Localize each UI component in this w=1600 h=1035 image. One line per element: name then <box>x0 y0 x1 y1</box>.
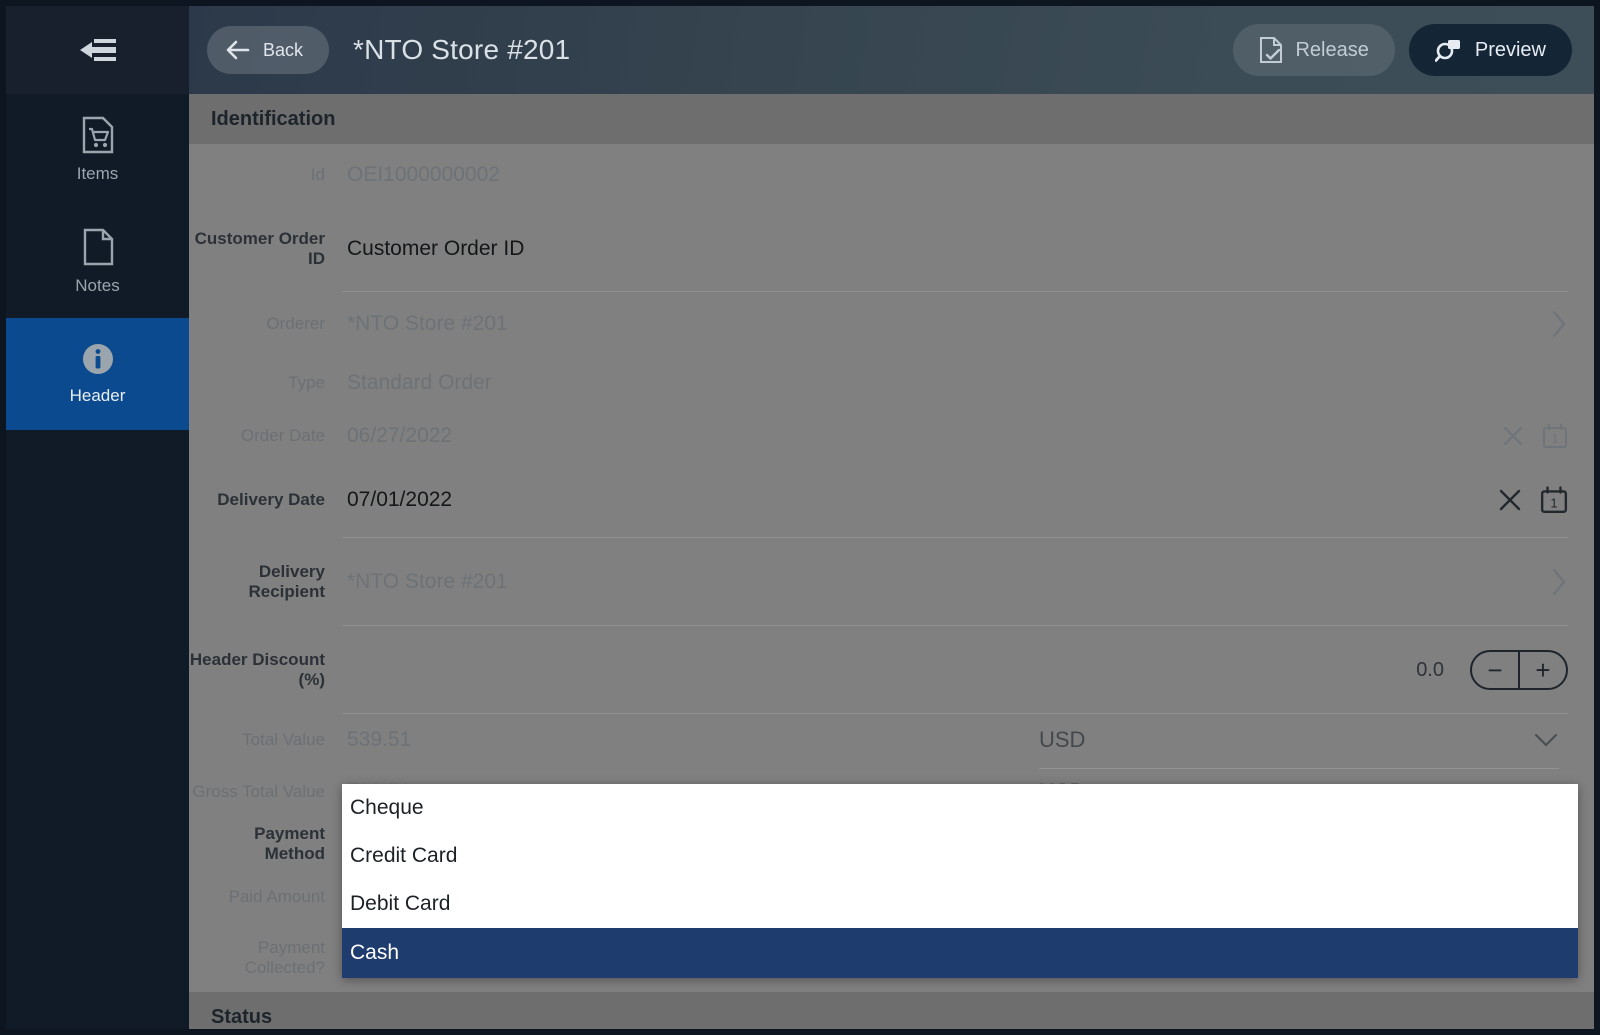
section-header-identification: Identification <box>189 94 1594 144</box>
field-value-total-value: 539.51 <box>347 728 412 751</box>
dropdown-option-debit-card[interactable]: Debit Card <box>342 880 1578 928</box>
field-label-header-discount: Header Discount (%) <box>189 650 325 689</box>
sidebar-item-notes[interactable]: Notes <box>6 206 189 318</box>
field-label-delivery-recipient: Delivery Recipient <box>248 562 325 601</box>
release-button[interactable]: Release <box>1233 24 1395 76</box>
order-date-actions: 1 <box>1502 423 1568 449</box>
field-label-delivery-date: Delivery Date <box>217 490 325 510</box>
field-row-delivery-recipient[interactable]: Delivery Recipient *NTO Store #201 <box>189 538 1594 626</box>
clear-icon[interactable] <box>1498 488 1522 512</box>
preview-button-label: Preview <box>1474 38 1546 61</box>
svg-text:1: 1 <box>1552 432 1559 446</box>
section-header-status: Status <box>189 992 1594 1029</box>
top-header-bar: Back *NTO Store #201 Release Preview <box>189 6 1594 94</box>
field-label-type: Type <box>288 373 325 393</box>
quantity-stepper: − + <box>1470 650 1568 690</box>
field-label-order-date: Order Date <box>240 426 325 446</box>
field-label-orderer: Orderer <box>266 314 325 334</box>
sidebar-item-label: Notes <box>75 276 120 295</box>
chevron-down-icon <box>1533 732 1559 748</box>
cart-document-icon <box>81 116 115 154</box>
sidebar-item-header[interactable]: Header <box>6 318 189 430</box>
payment-method-dropdown: Cheque Credit Card Debit Card Cash <box>342 784 1578 978</box>
sidebar-item-label: Header <box>69 386 126 405</box>
back-button[interactable]: Back <box>207 26 330 74</box>
currency-value: USD <box>1039 726 1086 752</box>
field-value-orderer: *NTO Store #201 <box>347 312 508 335</box>
document-check-icon <box>1259 36 1283 64</box>
field-value-delivery-recipient: *NTO Store #201 <box>347 570 508 593</box>
calendar-icon[interactable]: 1 <box>1542 423 1568 449</box>
field-label-payment-collected: Payment Collected? <box>244 938 325 977</box>
dropdown-option-cheque[interactable]: Cheque <box>342 784 1578 832</box>
delivery-date-actions: 1 <box>1498 486 1568 514</box>
preview-button[interactable]: Preview <box>1408 24 1572 76</box>
currency-select-total-value[interactable]: USD <box>1039 711 1559 769</box>
field-label-paid-amount: Paid Amount <box>228 887 325 907</box>
field-row-id: Id OEI1000000002 <box>189 144 1594 206</box>
sidebar-item-items[interactable]: Items <box>6 94 189 206</box>
left-navigation-rail: Items Notes Header <box>6 6 189 1029</box>
increment-button[interactable]: + <box>1518 652 1566 688</box>
rail-header <box>6 6 189 94</box>
sidebar-item-label: Items <box>76 164 119 183</box>
clear-icon[interactable] <box>1502 425 1524 447</box>
dropdown-option-credit-card[interactable]: Credit Card <box>342 832 1578 880</box>
field-row-customer-order-id[interactable]: Customer Order ID Customer Order ID <box>189 206 1594 292</box>
preview-magnifier-icon <box>1434 37 1463 63</box>
svg-text:1: 1 <box>1550 496 1557 511</box>
field-row-header-discount[interactable]: Header Discount (%) 0.0 − + <box>189 626 1594 714</box>
field-value-delivery-date[interactable]: 07/01/2022 <box>339 488 1498 512</box>
field-value-customer-order-id[interactable]: Customer Order ID <box>339 237 1568 261</box>
dropdown-option-cash[interactable]: Cash <box>342 928 1578 978</box>
decrement-button[interactable]: − <box>1472 652 1518 688</box>
field-label-gross-total-value: Gross Total Value <box>192 782 325 802</box>
info-circle-icon <box>81 342 115 376</box>
field-label-customer-order-id: Customer Order ID <box>194 229 325 268</box>
field-row-total-value: Total Value 539.51 USD <box>189 711 1594 769</box>
collapse-menu-icon[interactable] <box>76 35 120 65</box>
page-title: *NTO Store #201 <box>353 34 571 65</box>
release-button-label: Release <box>1295 38 1369 61</box>
field-row-orderer[interactable]: Orderer *NTO Store #201 <box>189 292 1594 356</box>
chevron-right-icon[interactable] <box>1550 567 1568 597</box>
calendar-icon[interactable]: 1 <box>1540 486 1568 514</box>
field-label-total-value: Total Value <box>242 730 325 750</box>
field-value-id: OEI1000000002 <box>347 163 500 186</box>
field-value-type: Standard Order <box>347 371 492 394</box>
field-value-order-date: 06/27/2022 <box>347 424 453 447</box>
field-row-order-date[interactable]: Order Date 06/27/2022 1 <box>189 410 1594 462</box>
field-row-type: Type Standard Order <box>189 356 1594 410</box>
application-window: Items Notes Header Back *NTO Store #201 … <box>6 6 1594 1029</box>
field-row-delivery-date[interactable]: Delivery Date 07/01/2022 1 <box>189 462 1594 538</box>
field-value-header-discount: 0.0 <box>1416 658 1444 681</box>
delivery-recipient-actions <box>1550 567 1568 597</box>
field-label-id: Id <box>310 165 325 185</box>
chevron-right-icon[interactable] <box>1550 309 1568 339</box>
field-actions <box>1550 309 1568 339</box>
back-button-label: Back <box>263 39 304 60</box>
note-page-icon <box>82 228 114 266</box>
field-label-payment-method: Payment Method <box>254 824 325 863</box>
arrow-left-icon <box>225 40 251 60</box>
